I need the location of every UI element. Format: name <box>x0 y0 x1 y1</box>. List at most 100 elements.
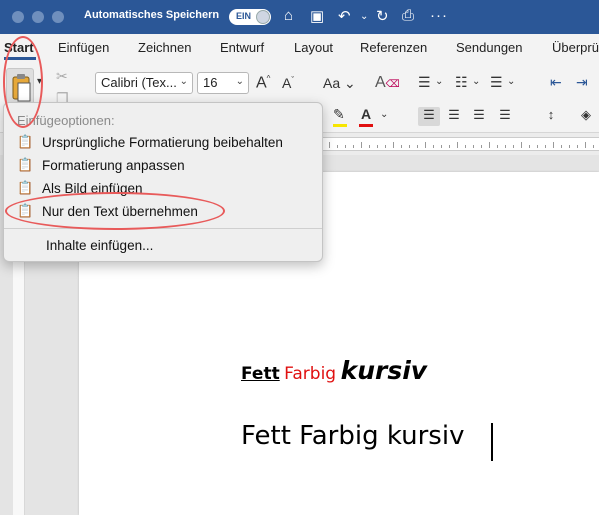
increase-indent-icon[interactable]: ⇥ <box>576 74 588 91</box>
highlight-annotation-paste <box>3 36 43 128</box>
ribbon-tabs: Start Einfügen Zeichnen Entwurf Layout R… <box>0 34 599 60</box>
ruler-tick <box>369 145 370 148</box>
ruler-tick <box>481 145 482 148</box>
align-center-button[interactable]: ☰ <box>443 107 465 126</box>
shrink-font-icon[interactable]: Aˇ <box>282 75 294 91</box>
ruler-tick <box>537 145 538 148</box>
formatted-text-line[interactable]: Fett Farbig kursiv <box>241 356 427 385</box>
decrease-indent-icon[interactable]: ⇤ <box>550 74 562 91</box>
ruler-tick <box>545 145 546 148</box>
text-cursor <box>491 423 493 461</box>
grow-font-icon[interactable]: A^ <box>256 74 270 92</box>
italic-word: kursiv <box>340 356 428 385</box>
ruler-tick <box>465 145 466 148</box>
ruler-tick <box>489 142 490 148</box>
print-icon[interactable]: ⎙ <box>402 7 414 24</box>
menu-item-merge-formatting[interactable]: 📋 Formatierung anpassen <box>12 155 312 177</box>
ruler-tick <box>353 145 354 148</box>
ruler-tick <box>401 145 402 148</box>
bullet-list-icon[interactable]: ☰ <box>418 74 431 91</box>
paste-special-item[interactable]: Inhalte einfügen... <box>46 238 153 253</box>
bold-word: Fett <box>241 364 280 384</box>
ruler-tick <box>521 142 522 148</box>
ruler-tick <box>393 142 394 148</box>
grow-font-label: A <box>256 74 267 92</box>
autosave-toggle[interactable]: EIN <box>229 9 271 25</box>
tab-referenzen[interactable]: Referenzen <box>360 40 427 55</box>
highlight-annotation-text-only <box>5 192 225 230</box>
ruler-tick <box>561 145 562 148</box>
chevron-down-icon[interactable]: ⌄ <box>472 76 480 87</box>
justify-button[interactable]: ☰ <box>494 107 516 126</box>
ruler-tick <box>377 145 378 148</box>
toggle-knob <box>256 10 270 24</box>
chevron-down-icon[interactable]: ⌄ <box>435 76 443 87</box>
clipboard-picture-icon: 📋 <box>17 180 34 195</box>
more-options-icon[interactable]: ··· <box>430 7 448 24</box>
zoom-window-button[interactable] <box>52 11 64 23</box>
ruler-tick <box>553 142 554 148</box>
cut-icon[interactable]: ✂ <box>56 68 68 85</box>
minimize-window-button[interactable] <box>32 11 44 23</box>
highlight-icon[interactable]: ✎ <box>333 106 345 123</box>
close-window-button[interactable] <box>12 11 24 23</box>
home-icon[interactable]: ⌂ <box>284 7 293 24</box>
numbered-list-icon[interactable]: ☷ <box>455 74 468 91</box>
font-name-select[interactable]: Calibri (Tex... ⌄ <box>95 72 193 94</box>
autosave-label: Automatisches Speichern <box>84 9 220 21</box>
ruler-tick <box>337 145 338 148</box>
ruler-tick <box>441 145 442 148</box>
tab-entwurf[interactable]: Entwurf <box>220 40 264 55</box>
align-right-button[interactable]: ☰ <box>468 107 490 126</box>
ruler-tick <box>577 145 578 148</box>
shading-button[interactable]: ◈ <box>575 107 597 126</box>
menu-item-keep-source[interactable]: 📋 Ursprüngliche Formatierung beibehalten <box>12 132 312 154</box>
clear-formatting-label: A <box>375 74 386 91</box>
shrink-font-label: A <box>282 75 292 91</box>
ruler-tick <box>585 142 586 148</box>
highlight-color-bar <box>333 124 347 127</box>
font-size-value: 16 <box>203 75 218 90</box>
chevron-down-icon: ⌄ <box>179 76 188 87</box>
redo-icon[interactable]: ↻ <box>376 7 389 25</box>
save-icon[interactable]: ▣ <box>310 7 324 25</box>
horizontal-ruler[interactable] <box>323 137 599 151</box>
clear-formatting-icon[interactable]: A⌫ <box>375 74 400 92</box>
ruler-tick <box>569 145 570 148</box>
tab-zeichnen[interactable]: Zeichnen <box>138 40 191 55</box>
ruler-tick <box>425 142 426 148</box>
ruler-tick <box>449 145 450 148</box>
font-size-select[interactable]: 16 ⌄ <box>197 72 249 94</box>
title-bar: Automatisches Speichern EIN ⌂ ▣ ↶ ⌄ ↻ ⎙ … <box>0 0 599 34</box>
multilevel-list-icon[interactable]: ☰ <box>490 74 503 91</box>
undo-dropdown-icon[interactable]: ⌄ <box>360 11 368 22</box>
ruler-tick <box>593 145 594 148</box>
menu-divider <box>4 228 322 229</box>
align-left-button[interactable]: ☰ <box>418 107 440 126</box>
menu-item-label: Ursprüngliche Formatierung beibehalten <box>42 135 283 150</box>
change-case-icon[interactable]: Aa ⌄ <box>323 75 356 92</box>
ruler-tick <box>457 142 458 148</box>
chevron-down-icon[interactable]: ⌄ <box>380 109 388 120</box>
tab-einfuegen[interactable]: Einfügen <box>58 40 109 55</box>
ruler-tick <box>433 145 434 148</box>
chevron-down-icon[interactable]: ⌄ <box>507 76 515 87</box>
ruler-tick <box>329 142 330 148</box>
chevron-down-icon: ⌄ <box>235 76 244 87</box>
clipboard-arrow-icon: 📋 <box>17 157 34 172</box>
ruler-tick <box>505 145 506 148</box>
ruler-tick <box>513 145 514 148</box>
tab-ueberpruefen[interactable]: Überprü <box>552 40 599 55</box>
tab-sendungen[interactable]: Sendungen <box>456 40 523 55</box>
autosave-toggle-label: EIN <box>236 11 252 21</box>
font-color-icon[interactable]: A <box>361 106 371 122</box>
font-name-value: Calibri (Tex... <box>101 75 177 90</box>
change-case-label: Aa <box>323 75 341 91</box>
paste-options-menu: Einfügeoptionen: 📋 Ursprüngliche Formati… <box>3 102 323 262</box>
clipboard-brush-icon: 📋 <box>17 134 34 149</box>
line-spacing-button[interactable]: ↕ <box>540 107 562 126</box>
tab-layout[interactable]: Layout <box>294 40 333 55</box>
ruler-tick <box>529 145 530 148</box>
plain-text-line[interactable]: Fett Farbig kursiv <box>241 421 464 451</box>
undo-icon[interactable]: ↶ <box>338 7 351 25</box>
